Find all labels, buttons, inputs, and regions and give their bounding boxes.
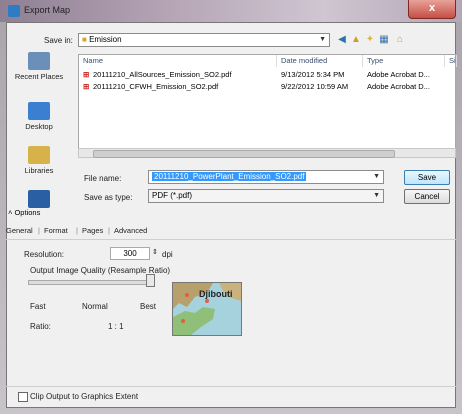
libraries-icon: [28, 146, 50, 164]
places-bar: Recent Places Desktop Libraries: [6, 50, 70, 228]
save-as-type-value: PDF (*.pdf): [152, 191, 193, 200]
resolution-unit: dpi: [162, 250, 173, 259]
save-in-dropdown[interactable]: ■ Emission ▼: [78, 33, 330, 47]
save-button[interactable]: Save: [404, 170, 450, 185]
chevron-down-icon: ▼: [373, 192, 380, 199]
resolution-input[interactable]: 300: [110, 247, 150, 260]
place-recent-places[interactable]: Recent Places: [8, 52, 70, 81]
footer-divider: [6, 386, 456, 387]
title-bar[interactable]: Export Map x: [0, 0, 462, 22]
ratio-label: Ratio:: [30, 322, 51, 331]
quality-slider-track[interactable]: [28, 280, 152, 285]
back-icon[interactable]: ◀: [336, 34, 348, 45]
new-folder-icon[interactable]: ✦: [364, 34, 376, 45]
up-folder-icon[interactable]: ▲: [350, 34, 362, 45]
place-label: Desktop: [25, 122, 53, 131]
column-header-size[interactable]: Si: [445, 55, 457, 67]
column-header-date[interactable]: Date modified: [277, 55, 363, 67]
clip-output-checkbox[interactable]: [18, 392, 28, 402]
place-desktop[interactable]: Desktop: [8, 102, 70, 131]
computer-icon: [28, 190, 50, 208]
place-label: Libraries: [24, 166, 54, 175]
place-libraries[interactable]: Libraries: [8, 146, 70, 175]
pdf-icon: ⊞: [83, 82, 90, 91]
save-in-value: Emission: [89, 35, 122, 44]
file-name-label: File name:: [84, 174, 122, 183]
ratio-value: 1 : 1: [108, 322, 124, 331]
desktop-icon: [28, 102, 50, 120]
app-icon: [8, 5, 20, 17]
save-as-type-dropdown[interactable]: PDF (*.pdf) ▼: [148, 189, 384, 203]
place-label: Recent Places: [14, 72, 64, 81]
resolution-label: Resolution:: [24, 250, 65, 259]
horizontal-scrollbar[interactable]: [78, 148, 456, 158]
map-label: Djibouti: [199, 289, 233, 299]
file-row[interactable]: ⊞ 20111210_CFWH_Emission_SO2.pdf 9/22/20…: [79, 81, 455, 93]
export-map-window: Export Map x Save in: ■ Emission ▼ ◀ ▲ ✦…: [0, 0, 462, 414]
column-header-type[interactable]: Type: [363, 55, 445, 67]
save-as-type-label: Save as type:: [84, 193, 133, 202]
tab-general[interactable]: General: [6, 224, 33, 238]
tab-separator: |: [108, 226, 110, 235]
file-name: 20111210_AllSources_Emission_SO2.pdf: [93, 70, 232, 79]
tab-format[interactable]: Format: [44, 224, 68, 238]
tab-separator: |: [76, 226, 78, 235]
column-header-name[interactable]: Name: [79, 55, 277, 67]
clip-output-label: Clip Output to Graphics Extent: [30, 392, 139, 401]
file-date: 9/22/2012 10:59 AM: [281, 82, 349, 91]
map-preview: Djibouti: [172, 282, 242, 336]
file-name: 20111210_CFWH_Emission_SO2.pdf: [93, 82, 219, 91]
file-name-input[interactable]: 20111210_PowerPlant_Emission_SO2.pdf ▼: [148, 170, 384, 184]
chevron-down-icon: ▼: [319, 36, 326, 43]
tab-pages[interactable]: Pages: [82, 224, 103, 238]
cancel-button[interactable]: Cancel: [404, 189, 450, 204]
folder-icon: ■: [82, 35, 90, 44]
quality-slider-thumb[interactable]: [146, 274, 155, 287]
tab-divider: [6, 239, 456, 240]
file-date: 9/13/2012 5:34 PM: [281, 70, 345, 79]
normal-label: Normal: [82, 302, 108, 311]
fast-label: Fast: [30, 302, 46, 311]
file-name-value: 20111210_PowerPlant_Emission_SO2.pdf: [152, 172, 307, 181]
file-type: Adobe Acrobat D...: [367, 70, 430, 79]
resolution-spinner-icon[interactable]: ⇕: [152, 248, 158, 256]
file-row[interactable]: ⊞ 20111210_AllSources_Emission_SO2.pdf 9…: [79, 69, 455, 81]
best-label: Best: [140, 302, 157, 311]
close-button[interactable]: x: [408, 0, 456, 19]
scrollbar-thumb[interactable]: [93, 150, 395, 158]
options-label: Options: [14, 208, 41, 217]
options-toggle[interactable]: ˄ Options: [8, 208, 40, 217]
home-folder-icon[interactable]: ⌂: [394, 34, 406, 45]
place-computer[interactable]: [8, 190, 70, 210]
tab-advanced[interactable]: Advanced: [114, 224, 147, 238]
tab-separator: |: [38, 226, 40, 235]
recent-places-icon: [28, 52, 50, 70]
window-title: Export Map: [24, 5, 71, 15]
view-menu-icon[interactable]: ▦: [378, 34, 390, 45]
file-type: Adobe Acrobat D...: [367, 82, 430, 91]
file-list[interactable]: Name Date modified Type Si ⊞ 20111210_Al…: [78, 54, 457, 152]
pdf-icon: ⊞: [83, 70, 90, 79]
save-in-label: Save in:: [44, 36, 73, 45]
chevron-down-icon: ▼: [373, 173, 380, 180]
